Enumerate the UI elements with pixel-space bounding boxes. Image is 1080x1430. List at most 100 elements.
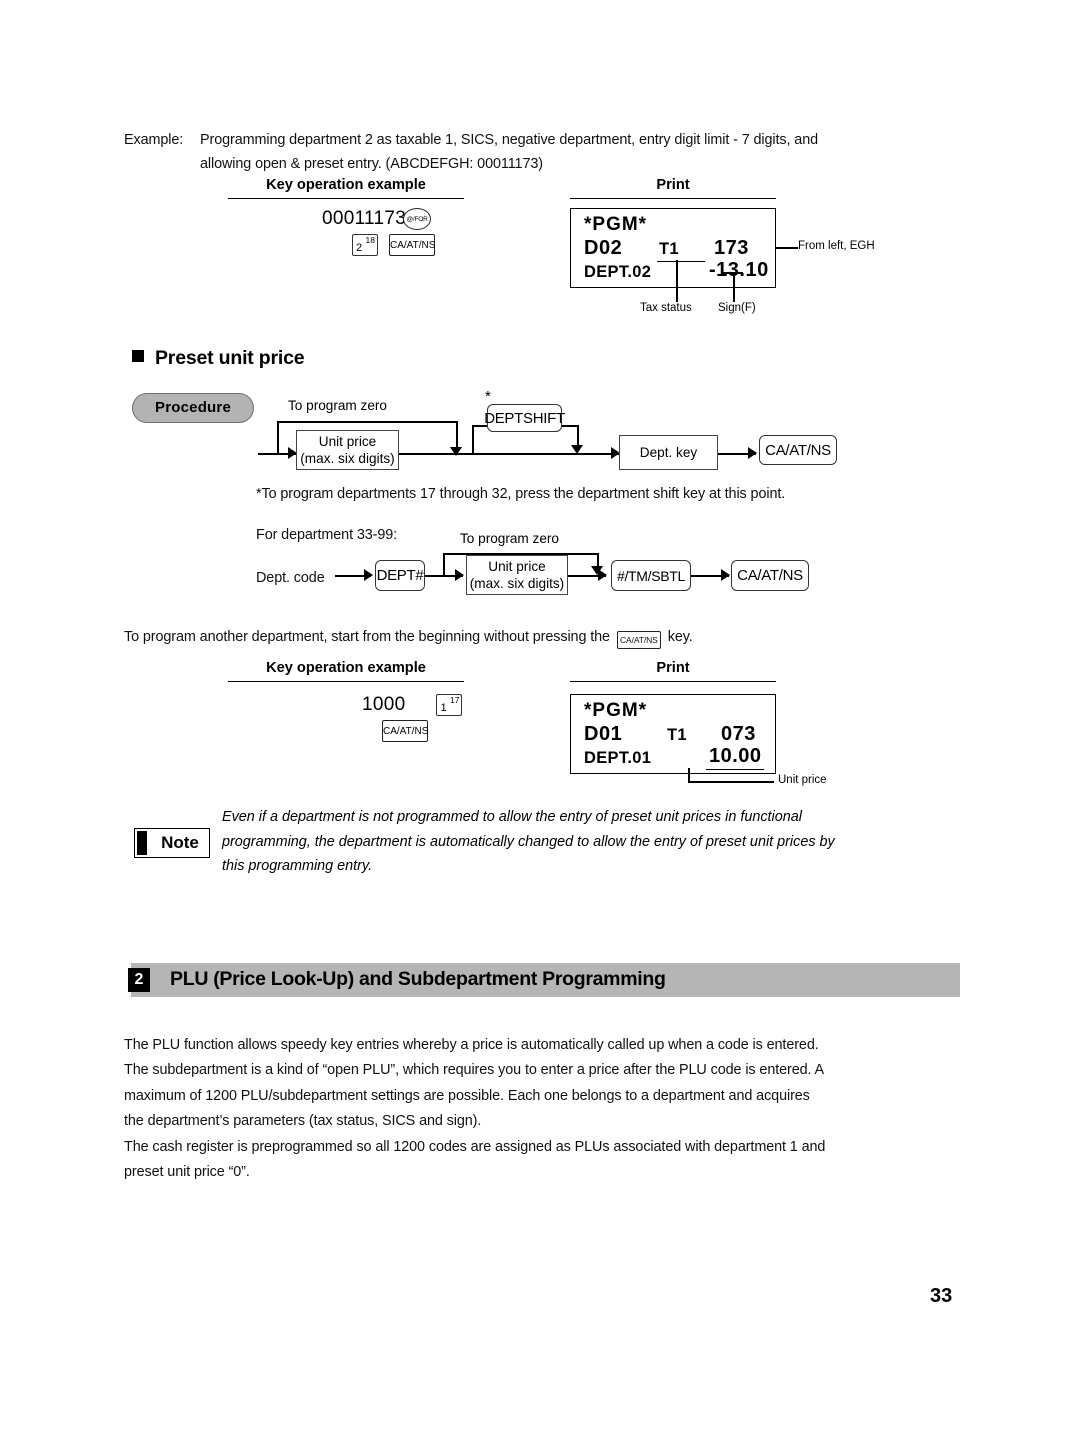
- flow2-a2-h: [425, 575, 463, 577]
- receipt-dept-code: D01: [584, 723, 623, 745]
- note-badge: Note: [134, 828, 210, 858]
- flow1-bypass-left-v: [277, 421, 279, 454]
- page-number: 33: [930, 1285, 953, 1307]
- receipt-code-digits: 073: [721, 723, 756, 745]
- flow2-zero-label: To program zero: [460, 531, 559, 546]
- flow1-bypass-right-v: [456, 421, 458, 449]
- flow2-a4-arrow: [721, 569, 730, 581]
- receipt-tax-status: T1: [667, 726, 687, 744]
- example1-key-column-rule: [228, 198, 464, 199]
- flow1-deptshift-left-v: [472, 425, 474, 453]
- callout-unit-price-v: [688, 768, 690, 782]
- receipt-dept-label: DEPT.01: [584, 749, 652, 767]
- flow1-deptshift-right-v: [577, 425, 579, 447]
- flow1-ca-arrow: [748, 447, 757, 459]
- example2-entry-digits: 1000: [362, 694, 406, 715]
- flow1-unit-price-box: Unit price (max. six digits): [296, 430, 399, 470]
- receipt-header: *PGM*: [584, 700, 648, 721]
- flow1-deptshift-right-h: [562, 425, 578, 427]
- deptshift-key[interactable]: DEPTSHIFT: [484, 404, 565, 432]
- flow2-a4-h: [691, 575, 729, 577]
- example2-ca-at-ns-key[interactable]: CA/AT/NS: [382, 720, 428, 742]
- flow2-bypass-left-v: [443, 553, 445, 575]
- dept-key-2[interactable]: 2 18: [352, 234, 378, 256]
- dept-key-superscript: 18: [365, 235, 375, 245]
- section2-paragraph-line-3: the department’s parameters (tax status,…: [124, 1113, 482, 1130]
- flow1-main-h: [399, 453, 619, 455]
- example1-print-receipt: *PGM* D02 T1 173 DEPT.02 -13.10: [570, 208, 776, 288]
- procedure-flow-1: To program zero Unit price (max. six dig…: [0, 0, 1080, 1430]
- dept-key-1[interactable]: 1 17: [436, 694, 463, 716]
- flow1-deptshift-arrow: [571, 445, 583, 454]
- note-text: Even if a department is not programmed t…: [222, 805, 922, 879]
- flow2-a3-arrow: [598, 569, 607, 581]
- flow2-a1-arrow: [364, 569, 373, 581]
- section2-number: 2: [128, 968, 150, 992]
- flow2-ca-at-ns-key[interactable]: CA/AT/NS: [731, 560, 809, 591]
- section2-paragraph-line-5: preset unit price “0”.: [124, 1164, 250, 1181]
- procedure-badge: Procedure: [132, 393, 254, 423]
- flow1-entry-h: [258, 453, 296, 455]
- flow2-bypass-right-v: [597, 553, 599, 568]
- example-label: Example:: [124, 132, 184, 148]
- callout-sign-line: [733, 272, 735, 302]
- square-bullet-icon: [132, 350, 144, 362]
- manual-page: Example: Programming department 2 as tax…: [0, 0, 1080, 1430]
- flow1-dept-arrow: [611, 447, 620, 459]
- flow1-footnote: *To program departments 17 through 32, p…: [256, 486, 786, 502]
- receipt-header: *PGM*: [584, 214, 648, 235]
- flow2-unit-price-line1: Unit price: [488, 559, 546, 574]
- dept-key-superscript: 17: [449, 695, 460, 705]
- another-department-text-post: key.: [667, 629, 693, 645]
- receipt-code-digits: 173: [714, 237, 749, 259]
- preset-unit-price-heading-text: Preset unit price: [155, 347, 305, 369]
- example1-key-column-heading: Key operation example: [266, 177, 426, 193]
- at-for-key[interactable]: @/FOR: [403, 208, 431, 230]
- flow1-zero-label: To program zero: [288, 398, 387, 413]
- tm-sbtl-key[interactable]: #/TM/SBTL: [611, 560, 691, 591]
- example2-print-column-heading: Print: [656, 660, 690, 676]
- for-department-label: For department 33-99:: [256, 527, 398, 543]
- flow1-bypass-arrow: [450, 447, 462, 456]
- flow1-ca-at-ns-key[interactable]: CA/AT/NS: [759, 435, 837, 465]
- receipt-tax-status: T1: [659, 240, 679, 258]
- example1-print-column-heading: Print: [656, 177, 690, 193]
- note-line-1: Even if a department is not programmed t…: [222, 809, 802, 825]
- example2-print-column-rule: [570, 681, 776, 682]
- flow2-bypass-top-h: [443, 553, 598, 555]
- flow2-bypass-arrow: [591, 566, 603, 575]
- callout-sign-tick: [723, 272, 743, 274]
- flow1-deptshift-left-h: [472, 425, 487, 427]
- flow1-asterisk: *: [485, 388, 491, 405]
- section2-paragraph-line-0: The PLU function allows speedy key entri…: [124, 1037, 819, 1053]
- another-department-line: To program another department, start fro…: [124, 625, 693, 649]
- example2-key-column-heading: Key operation example: [266, 660, 426, 676]
- preset-unit-price-heading: Preset unit price: [132, 347, 305, 370]
- inline-ca-at-ns-key[interactable]: CA/AT/NS: [616, 631, 661, 649]
- example1-print-column-rule: [570, 198, 776, 199]
- callout-unit-price-h: [688, 781, 774, 783]
- flow2-dept-code-label: Dept. code: [256, 570, 325, 586]
- example2-key-column-rule: [228, 681, 464, 682]
- flow2-a3-h: [568, 575, 606, 577]
- example-line-1: Programming department 2 as taxable 1, S…: [200, 132, 819, 148]
- callout-sign-f: Sign(F): [718, 302, 756, 314]
- flow2-a2-arrow: [455, 569, 464, 581]
- flow2-a1-h: [335, 575, 371, 577]
- dept-hash-key[interactable]: DEPT#: [375, 560, 425, 591]
- section2-paragraph: The PLU function allows speedy key entri…: [124, 1033, 954, 1185]
- example2-print-receipt: *PGM* D01 T1 073 DEPT.01 10.00: [570, 694, 776, 774]
- note-badge-label: Note: [161, 833, 199, 852]
- dept-key-number: 2: [356, 242, 363, 254]
- callout-unit-price: Unit price: [778, 774, 827, 786]
- flow1-to-ca-h: [718, 453, 756, 455]
- callout-egh-line: [776, 247, 798, 249]
- example1-entry-digits: 00011173: [322, 208, 407, 229]
- flow1-unit-price-line1: Unit price: [318, 434, 377, 449]
- procedure-flow-2: Dept. code DEPT# To program zero Unit pr…: [0, 0, 1080, 1430]
- note-bar-icon: [137, 831, 147, 855]
- flow1-unit-price-line2: (max. six digits): [300, 451, 395, 466]
- section2-paragraph-line-1: The subdepartment is a kind of “open PLU…: [124, 1062, 825, 1079]
- ca-at-ns-key[interactable]: CA/AT/NS: [389, 234, 435, 256]
- note-line-3: this programming entry.: [222, 858, 373, 874]
